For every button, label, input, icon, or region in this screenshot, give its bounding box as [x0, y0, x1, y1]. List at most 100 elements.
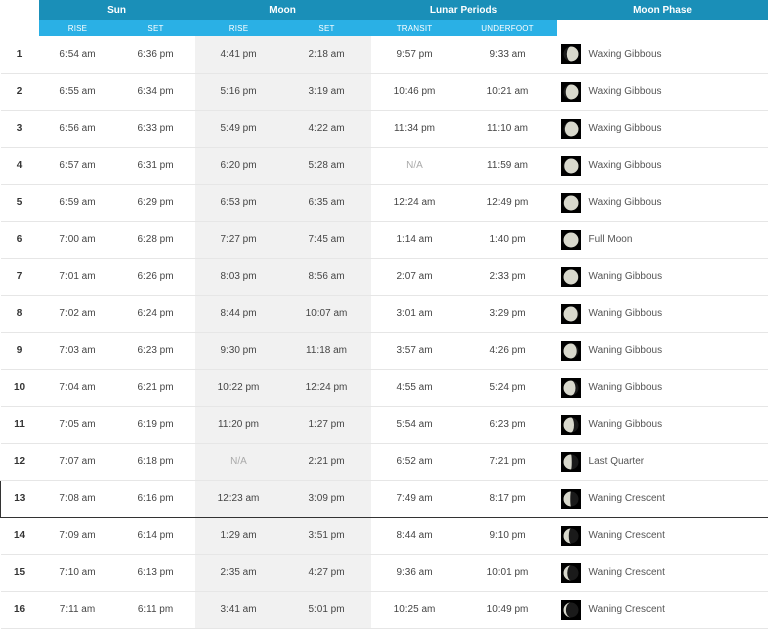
- moonrise-cell: 2:35 am: [194, 554, 283, 592]
- moon-phase-label: Waning Gibbous: [588, 271, 663, 282]
- moonrise-cell: 6:20 pm: [194, 147, 283, 185]
- moonrise-cell: 3:41 am: [194, 591, 283, 629]
- day-cell: 7: [0, 258, 39, 296]
- sunrise-cell: 6:54 am: [38, 36, 117, 74]
- moon-phase-icon: [560, 525, 581, 546]
- underfoot-cell: 12:49 pm: [458, 184, 557, 222]
- moonrise-cell: N/A: [194, 443, 283, 481]
- sunset-cell: 6:16 pm: [116, 479, 195, 518]
- transit-cell: 12:24 am: [370, 184, 459, 222]
- moonrise-cell: 4:41 pm: [194, 36, 283, 74]
- underfoot-cell: 10:49 pm: [458, 591, 557, 629]
- moonrise-cell: 7:27 pm: [194, 221, 283, 259]
- moon-phase-cell: Waning Crescent: [556, 554, 768, 592]
- table-row: 5 6:59 am 6:29 pm 6:53 pm 6:35 am 12:24 am 12:…: [0, 184, 768, 222]
- day-cell: 3: [0, 110, 39, 148]
- moon-phase-cell: Waning Gibbous: [556, 406, 768, 444]
- moonset-cell: 6:35 am: [282, 184, 371, 222]
- underfoot-cell: 6:23 pm: [458, 406, 557, 444]
- moonset-cell: 5:28 am: [282, 147, 371, 185]
- sunset-cell: 6:28 pm: [116, 221, 195, 259]
- table-row: 12 7:07 am 6:18 pm N/A 2:21 pm 6:52 am 7:21 pm…: [0, 443, 768, 481]
- moon-phase-label: Waxing Gibbous: [588, 123, 662, 134]
- underfoot-cell: 1:40 pm: [458, 221, 557, 259]
- day-column-header: [0, 0, 39, 20]
- moonrise-subheader: RISE: [194, 20, 283, 36]
- underfoot-subheader: UNDERFOOT: [458, 20, 557, 36]
- transit-cell: 9:57 pm: [370, 36, 459, 74]
- transit-cell: 9:36 am: [370, 554, 459, 592]
- table-row: 10 7:04 am 6:21 pm 10:22 pm 12:24 pm 4:55 am 5…: [0, 369, 768, 407]
- moon-phase-label: Full Moon: [588, 234, 633, 245]
- moon-phase-icon: [560, 192, 581, 213]
- moon-phase-label: Waning Gibbous: [588, 419, 663, 430]
- underfoot-cell: 11:59 am: [458, 147, 557, 185]
- table-header: Sun Moon Lunar Periods Moon Phase RISE S…: [0, 0, 768, 36]
- sunrise-cell: 7:11 am: [38, 591, 117, 629]
- underfoot-cell: 3:29 pm: [458, 295, 557, 333]
- sunrise-cell: 7:10 am: [38, 554, 117, 592]
- moon-phase-cell: Waning Crescent: [556, 479, 768, 518]
- moonset-cell: 7:45 am: [282, 221, 371, 259]
- moon-phase-group-header: Moon Phase: [556, 0, 768, 20]
- table-row: 3 6:56 am 6:33 pm 5:49 pm 4:22 am 11:34 pm 11:…: [0, 110, 768, 148]
- day-cell: 1: [0, 36, 39, 74]
- moon-phase-icon: [560, 229, 581, 250]
- moon-phase-cell: Waxing Gibbous: [556, 36, 768, 74]
- day-cell: 10: [0, 369, 39, 407]
- table-row: 15 7:10 am 6:13 pm 2:35 am 4:27 pm 9:36 am 10:…: [0, 554, 768, 592]
- moonset-cell: 3:19 am: [282, 73, 371, 111]
- moonset-cell: 1:27 pm: [282, 406, 371, 444]
- table-row: 7 7:01 am 6:26 pm 8:03 pm 8:56 am 2:07 am 2:33…: [0, 258, 768, 296]
- sunrise-subheader: RISE: [38, 20, 117, 36]
- sunrise-cell: 7:08 am: [38, 479, 117, 518]
- moon-phase-icon: [560, 451, 581, 472]
- transit-cell: 11:34 pm: [370, 110, 459, 148]
- moon-phase-icon: [560, 303, 581, 324]
- moon-phase-cell: Full Moon: [556, 221, 768, 259]
- sunrise-cell: 6:55 am: [38, 73, 117, 111]
- sunset-cell: 6:29 pm: [116, 184, 195, 222]
- moon-phase-icon: [560, 81, 581, 102]
- transit-cell: 8:44 am: [370, 517, 459, 555]
- moon-phase-cell: Waning Crescent: [556, 517, 768, 555]
- moonset-cell: 10:07 am: [282, 295, 371, 333]
- moon-phase-cell: Waxing Gibbous: [556, 184, 768, 222]
- moon-phase-cell: Waxing Gibbous: [556, 147, 768, 185]
- sunrise-cell: 7:01 am: [38, 258, 117, 296]
- moon-phase-label: Waxing Gibbous: [588, 86, 662, 97]
- underfoot-cell: 11:10 am: [458, 110, 557, 148]
- moonset-cell: 12:24 pm: [282, 369, 371, 407]
- moonrise-cell: 11:20 pm: [194, 406, 283, 444]
- day-cell: 4: [0, 147, 39, 185]
- moonset-cell: 4:27 pm: [282, 554, 371, 592]
- sunrise-cell: 7:05 am: [38, 406, 117, 444]
- moon-sun-calendar-table: Sun Moon Lunar Periods Moon Phase RISE S…: [0, 0, 768, 629]
- moon-phase-label: Waning Crescent: [588, 567, 665, 578]
- moon-phase-label: Waxing Gibbous: [588, 160, 662, 171]
- moonrise-cell: 8:44 pm: [194, 295, 283, 333]
- sunset-cell: 6:19 pm: [116, 406, 195, 444]
- table-row: 14 7:09 am 6:14 pm 1:29 am 3:51 pm 8:44 am 9:1…: [0, 517, 768, 555]
- transit-cell: 10:25 am: [370, 591, 459, 629]
- day-cell: 13: [0, 479, 39, 518]
- moonset-cell: 8:56 am: [282, 258, 371, 296]
- moonset-cell: 3:51 pm: [282, 517, 371, 555]
- table-body: 1 6:54 am 6:36 pm 4:41 pm 2:18 am 9:57 pm 9:33…: [0, 36, 768, 629]
- moonset-cell: 4:22 am: [282, 110, 371, 148]
- sunrise-cell: 6:57 am: [38, 147, 117, 185]
- moon-phase-icon: [560, 44, 581, 65]
- sunrise-cell: 7:00 am: [38, 221, 117, 259]
- moonset-cell: 5:01 pm: [282, 591, 371, 629]
- day-cell: 6: [0, 221, 39, 259]
- lunar-periods-group-header: Lunar Periods: [370, 0, 557, 20]
- moonrise-cell: 10:22 pm: [194, 369, 283, 407]
- day-cell: 8: [0, 295, 39, 333]
- moon-phase-icon: [560, 562, 581, 583]
- moon-phase-label: Waxing Gibbous: [588, 197, 662, 208]
- underfoot-cell: 4:26 pm: [458, 332, 557, 370]
- table-row: 11 7:05 am 6:19 pm 11:20 pm 1:27 pm 5:54 am 6:…: [0, 406, 768, 444]
- moonrise-cell: 5:16 pm: [194, 73, 283, 111]
- day-subheader: [0, 20, 39, 36]
- moonrise-cell: 12:23 am: [194, 479, 283, 518]
